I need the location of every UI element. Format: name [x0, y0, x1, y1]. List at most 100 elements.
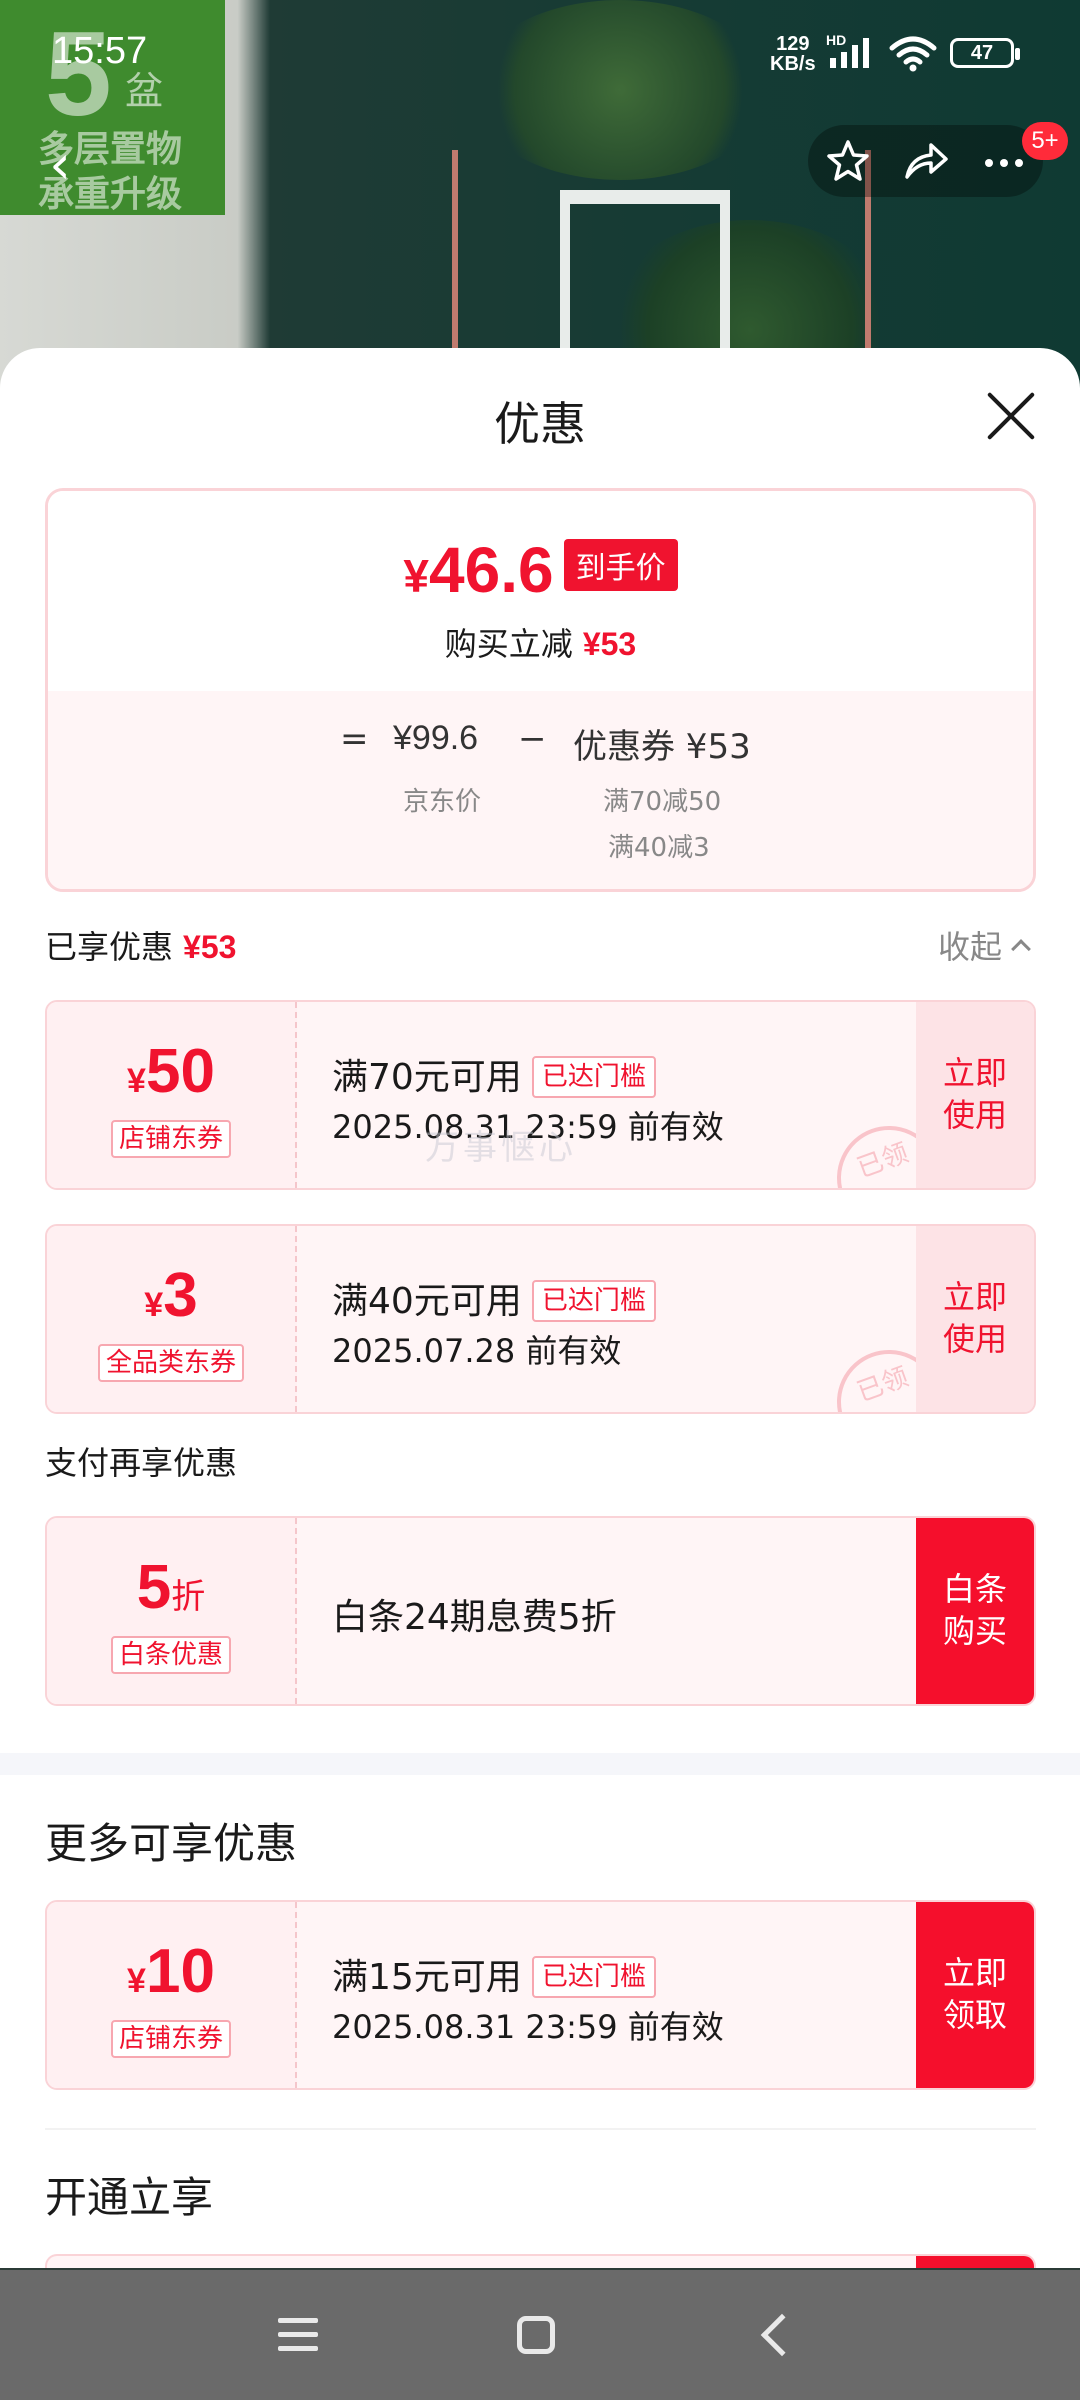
coupon-amount: 10 — [145, 1937, 215, 2006]
coupon-condition: 满40元可用 已达门槛 — [332, 1272, 656, 1324]
instant-discount-amount: ¥53 — [582, 626, 637, 662]
battery-indicator: 47 — [950, 38, 1020, 68]
button-label-line1: 立即 — [942, 1278, 1007, 1316]
final-price-tag: 到手价 — [563, 539, 678, 591]
coupon-expiry: 2025.08.31 23:59 前有效 — [332, 2008, 724, 2046]
original-price: ¥99.6 — [393, 719, 479, 757]
coupon-card-partial — [45, 2254, 1036, 2268]
button-label-line2: 领取 — [942, 1996, 1007, 2034]
watermark-text: 万事惬心 — [425, 1128, 577, 1168]
use-now-button[interactable]: 立即 使用 — [916, 1226, 1034, 1412]
pay-offer-value-panel: 5折 白条优惠 — [47, 1518, 297, 1704]
instant-discount-label: 购买立减 — [444, 625, 573, 663]
coupon-value-panel: ¥3 全品类东券 — [47, 1226, 297, 1412]
use-now-button[interactable]: 立即 使用 — [916, 1002, 1034, 1188]
coupon-kind: 店铺东券 — [110, 2020, 232, 2058]
star-icon — [827, 140, 869, 181]
enjoyed-discount-amount: ¥53 — [183, 929, 237, 965]
coupon-currency: ¥ — [127, 1062, 146, 1100]
coupon-expiry: 2025.07.28 前有效 — [332, 1332, 622, 1370]
action-button-partial[interactable] — [916, 2256, 1034, 2268]
button-label-line2: 购买 — [942, 1612, 1007, 1650]
coupon-total: 优惠券 ¥53 — [573, 727, 751, 767]
back-button[interactable]: ‹ — [20, 125, 100, 205]
home-icon[interactable] — [495, 2300, 575, 2370]
wifi-icon — [888, 34, 938, 76]
plant-stake — [452, 150, 458, 350]
status-bar: 15:57 129 KB/s HD 47 — [0, 0, 1080, 110]
coupon-card: ¥10 店铺东券 满15元可用 已达门槛 2025.08.31 23:59 前有效… — [45, 1900, 1036, 2090]
message-badge: 5+ — [1022, 122, 1068, 160]
button-label-line2: 使用 — [942, 1096, 1007, 1134]
price-summary-card: ¥46.6 到手价 购买立减 ¥53 = ¥99.6 − 优惠券 ¥53 京东价 满… — [45, 488, 1036, 892]
claim-now-button[interactable]: 立即 领取 — [916, 1902, 1034, 2088]
coupon-kind: 全品类东券 — [97, 1344, 245, 1382]
collapse-label: 收起 — [938, 928, 1003, 966]
threshold-badge: 已达门槛 — [531, 1056, 656, 1098]
open-membership-title: 开通立享 — [45, 2173, 214, 2222]
coupon-value: ¥10 — [47, 1936, 295, 2007]
collapse-toggle[interactable]: 收起 — [938, 922, 1031, 968]
coupon-card: ¥3 全品类东券 满40元可用 已达门槛 2025.07.28 前有效 已领 立即… — [45, 1224, 1036, 1414]
more-offers-title: 更多可享优惠 — [45, 1819, 298, 1868]
more-dots-icon — [985, 159, 1023, 167]
coupon-amount: 50 — [145, 1037, 215, 1106]
coupon-currency: ¥ — [144, 1286, 164, 1324]
button-label-line1: 立即 — [942, 1954, 1007, 1992]
menu-icon[interactable] — [258, 2300, 338, 2370]
share-icon — [905, 143, 948, 179]
enjoyed-discount: 已享优惠 ¥53 — [45, 922, 236, 968]
status-time: 15:57 — [52, 30, 148, 72]
network-speed: 129 KB/s — [770, 34, 816, 74]
formula-equals: = — [340, 719, 369, 759]
network-speed-value: 129 — [776, 33, 810, 55]
system-navigation-bar — [0, 2270, 1080, 2400]
share-button[interactable] — [886, 125, 964, 197]
close-button[interactable] — [985, 390, 1037, 442]
instant-discount: 购买立减 ¥53 — [48, 619, 1033, 665]
favorite-button[interactable] — [808, 125, 886, 197]
coupon-card: ¥50 店铺东券 满70元可用 已达门槛 2025.08.31 23:59 前有效… — [45, 1000, 1036, 1190]
coupon-rule-1: 满70减50 — [603, 787, 722, 817]
coupon-value-panel: ¥50 店铺东券 — [47, 1002, 297, 1188]
sheet-title: 优惠 — [494, 397, 586, 451]
top-action-bar — [808, 125, 1043, 197]
section-divider — [0, 1753, 1080, 1775]
coupon-currency: ¥ — [127, 1962, 146, 2000]
pay-offer-unit: 折 — [171, 1577, 206, 1617]
enjoyed-discount-label: 已享优惠 — [45, 928, 174, 966]
button-label-line2: 使用 — [942, 1320, 1007, 1358]
hd-label: HD — [826, 32, 847, 48]
divider — [45, 2128, 1036, 2130]
coupon-condition: 满15元可用 已达门槛 — [332, 1948, 656, 2000]
final-price: ¥46.6 到手价 — [48, 533, 1033, 607]
button-label-line1: 立即 — [942, 1054, 1007, 1092]
final-price-amount: 46.6 — [429, 534, 554, 606]
pay-section-label: 支付再享优惠 — [45, 1444, 238, 1482]
baitiao-buy-button[interactable]: 白条 购买 — [916, 1518, 1034, 1704]
discount-sheet: 优惠 ¥46.6 到手价 购买立减 ¥53 = ¥99.6 − 优惠券 ¥53 京东… — [0, 348, 1080, 2268]
pay-offer-value: 5折 — [47, 1552, 295, 1623]
signal-icon: HD — [826, 32, 874, 74]
coupon-condition-text: 满15元可用 — [332, 1957, 522, 1998]
original-price-label: 京东价 — [403, 787, 482, 817]
coupon-value-panel: ¥10 店铺东券 — [47, 1902, 297, 2088]
coupon-condition: 满70元可用 已达门槛 — [332, 1048, 656, 1100]
pay-offer-amount: 5 — [136, 1553, 172, 1622]
back-icon[interactable] — [735, 2300, 815, 2370]
pay-offer-card: 5折 白条优惠 白条24期息费5折 白条 购买 — [45, 1516, 1036, 1706]
coupon-rule-2: 满40减3 — [608, 833, 710, 863]
formula-minus: − — [518, 719, 547, 759]
coupon-value: ¥50 — [47, 1036, 295, 1107]
pay-offer-kind: 白条优惠 — [110, 1636, 232, 1674]
final-price-currency: ¥ — [403, 550, 430, 602]
threshold-badge: 已达门槛 — [531, 1956, 656, 1998]
coupon-condition-text: 满40元可用 — [332, 1281, 522, 1322]
pay-offer-description: 白条24期息费5折 — [332, 1597, 617, 1638]
coupon-amount: 3 — [163, 1261, 198, 1330]
coupon-kind: 店铺东券 — [110, 1120, 232, 1158]
network-speed-unit: KB/s — [770, 53, 816, 75]
threshold-badge: 已达门槛 — [531, 1280, 656, 1322]
coupon-value: ¥3 — [47, 1260, 295, 1331]
chevron-up-icon — [1011, 939, 1031, 959]
